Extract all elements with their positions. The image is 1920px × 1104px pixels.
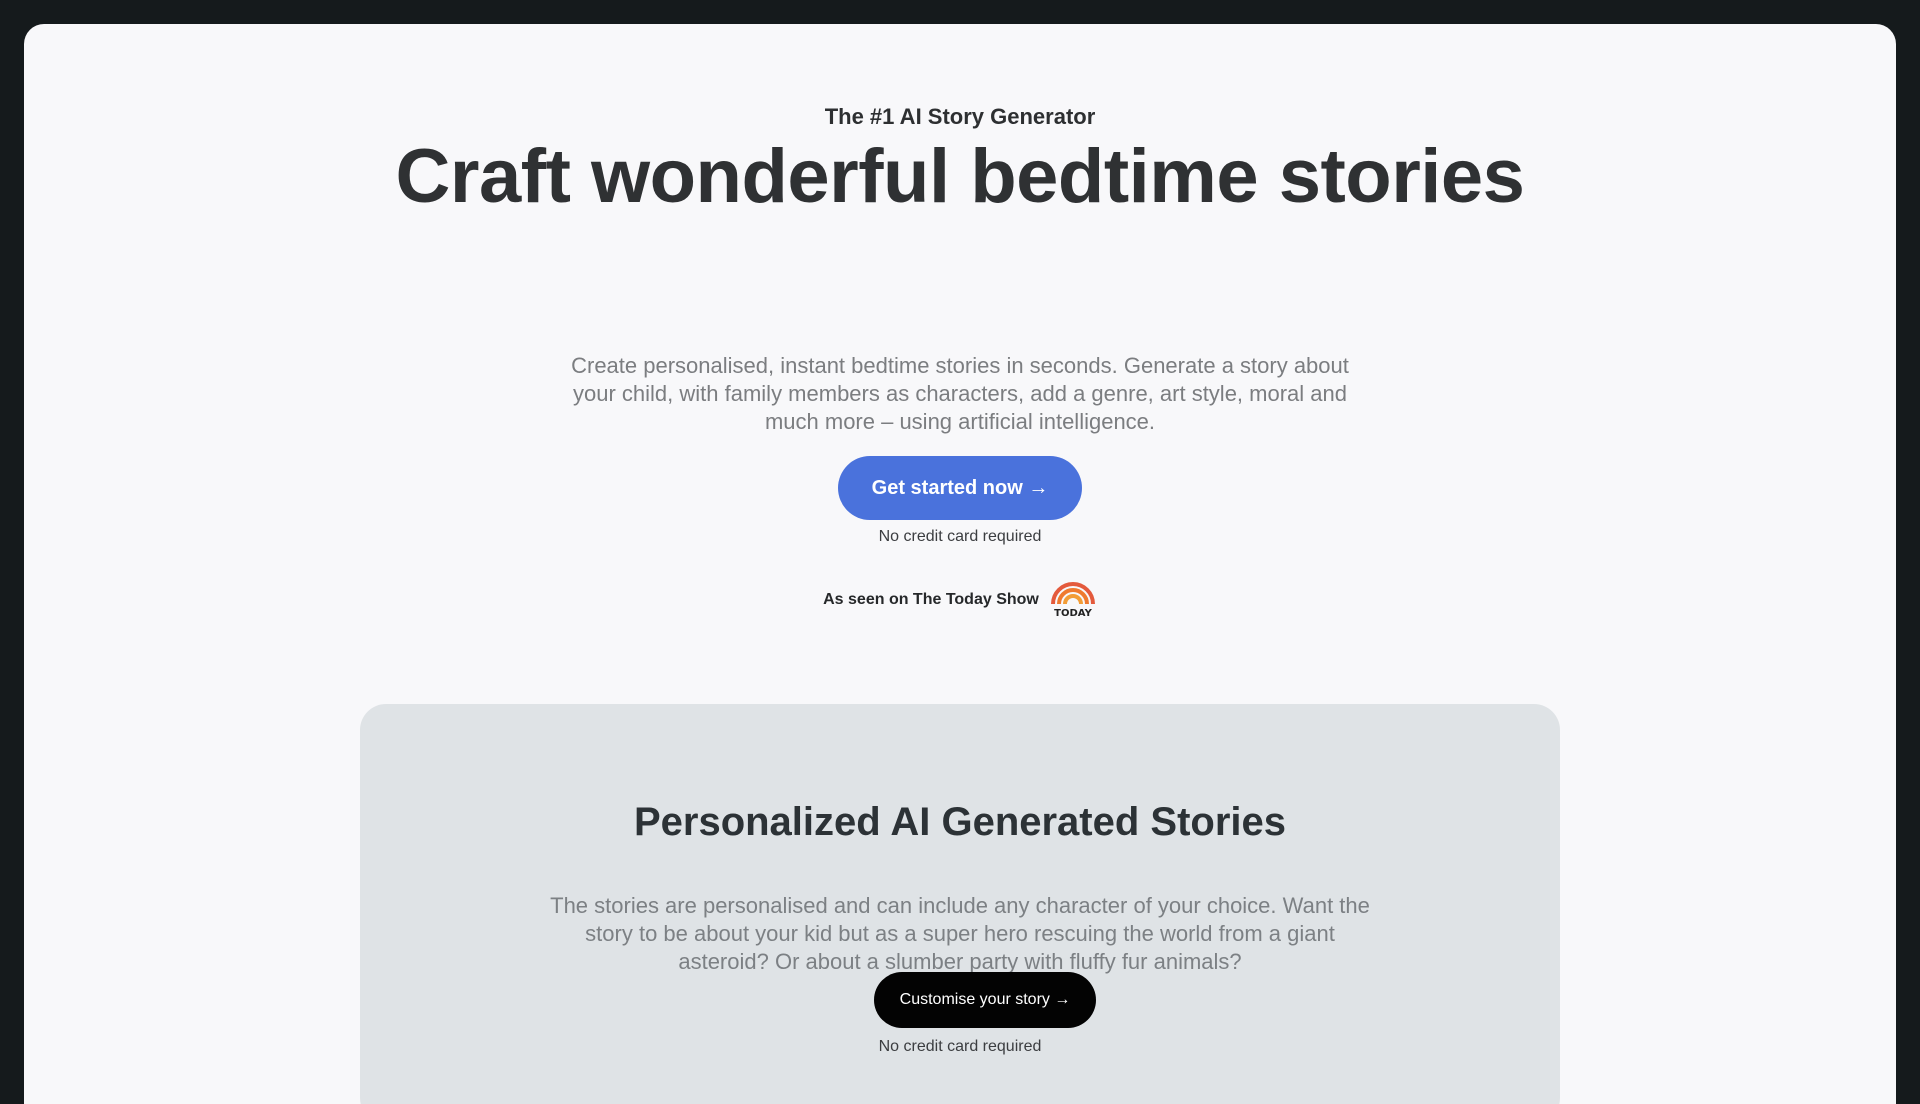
today-logo-text: TODAY — [1054, 608, 1092, 619]
as-seen-on-text: As seen on The Today Show — [823, 591, 1039, 608]
panel-no-credit-card-note: No credit card required — [878, 1038, 1042, 1055]
as-seen-on-row: As seen on The Today Show TODAY — [24, 580, 1896, 620]
no-credit-card-note: No credit card required — [878, 528, 1042, 545]
main-card: The #1 AI Story Generator Craft wonderfu… — [24, 24, 1896, 1104]
hero-headline: Craft wonderful bedtime stories — [395, 134, 1525, 219]
hero-subtitle: Create personalised, instant bedtime sto… — [571, 353, 1349, 434]
get-started-button[interactable]: Get started now → — [838, 456, 1082, 520]
personalized-stories-panel: Personalized AI Generated Stories The st… — [360, 704, 1560, 1104]
eyebrow-label: The #1 AI Story Generator — [824, 104, 1096, 129]
section-title: Personalized AI Generated Stories — [633, 800, 1287, 844]
customise-story-button[interactable]: Customise your story → — [874, 972, 1096, 1028]
section-description: The stories are personalised and can inc… — [550, 893, 1370, 974]
today-show-logo-icon: TODAY — [1050, 582, 1095, 619]
